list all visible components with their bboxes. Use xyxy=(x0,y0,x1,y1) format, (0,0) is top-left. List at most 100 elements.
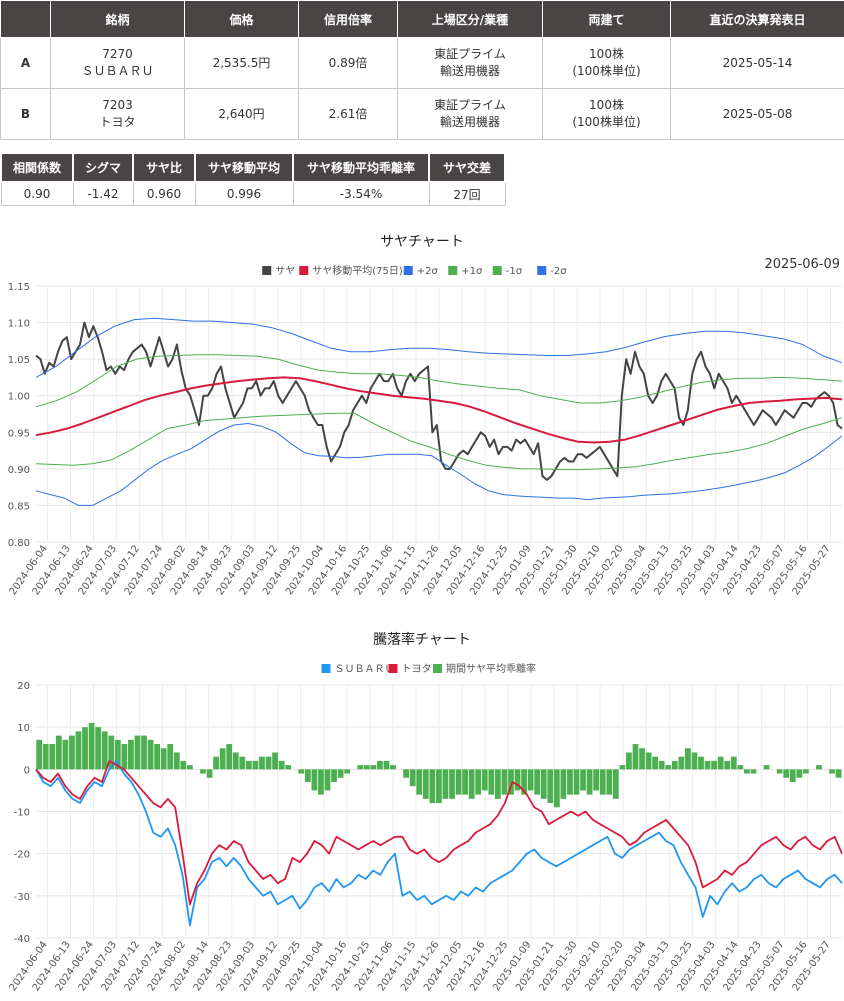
legend-swatch xyxy=(493,266,502,275)
stock-code: 7203 xyxy=(52,97,183,114)
bar xyxy=(76,731,82,769)
bar xyxy=(377,761,383,769)
bar xyxy=(777,769,783,773)
bar xyxy=(620,765,626,769)
stat-header-deviation: サヤ移動平均乖離率 xyxy=(293,153,429,182)
header-earnings-date: 直近の決算発表日 xyxy=(671,1,844,38)
bar xyxy=(580,769,586,790)
bar xyxy=(49,744,55,769)
bar xyxy=(95,727,101,769)
stat-header-correlation: 相関係数 xyxy=(1,153,73,182)
stock-cell[interactable]: 7203トヨタ xyxy=(51,89,185,140)
bar xyxy=(836,769,842,777)
bar xyxy=(305,769,311,782)
stats-table: 相関係数 シグマ サヤ比 サヤ移動平均 サヤ移動平均乖離率 サヤ交差 0.90 … xyxy=(0,152,506,206)
legend-label: +1σ xyxy=(461,266,483,277)
lot-unit: (100株単位) xyxy=(544,63,669,80)
lot-unit: (100株単位) xyxy=(544,114,669,131)
bar xyxy=(783,769,789,777)
bar xyxy=(226,744,232,769)
bar xyxy=(495,769,501,799)
lot-cell: 100株(100株単位) xyxy=(543,89,671,140)
bar xyxy=(102,731,108,769)
bar xyxy=(69,736,75,770)
bar xyxy=(318,769,324,794)
bar xyxy=(646,752,652,769)
bar xyxy=(737,765,743,769)
bar xyxy=(698,757,704,770)
y-tick-label: -10 xyxy=(14,808,30,819)
bar xyxy=(659,761,665,769)
chart-title: 騰落率チャート xyxy=(373,631,471,648)
change-rate-chart[interactable]: 騰落率チャートＳＵＢＡＲＵトヨタ期間サヤ平均乖離率20100-10-20-30-… xyxy=(0,625,844,997)
header-margin-ratio: 信用倍率 xyxy=(299,1,398,38)
bar xyxy=(187,765,193,769)
bar xyxy=(259,757,265,770)
bar xyxy=(272,752,278,769)
y-tick-label: -40 xyxy=(14,934,30,945)
bar xyxy=(253,761,259,769)
bar xyxy=(370,765,376,769)
bar xyxy=(567,769,573,794)
y-tick-label: 1.15 xyxy=(8,282,30,293)
bar xyxy=(633,744,639,769)
y-tick-label: 1.10 xyxy=(8,319,30,330)
bar xyxy=(705,761,711,769)
bar xyxy=(764,765,770,769)
chart-legend: サヤサヤ移動平均(75日)+2σ+1σ-1σ-2σ xyxy=(262,264,567,277)
bar xyxy=(403,769,409,777)
stat-sigma: -1.42 xyxy=(73,182,133,206)
legend-swatch xyxy=(537,266,546,275)
stat-header-sigma: シグマ xyxy=(73,153,133,182)
earnings-date-cell: 2025-05-08 xyxy=(671,89,844,140)
bar xyxy=(613,769,619,799)
stat-ratio: 0.960 xyxy=(133,182,195,206)
bar xyxy=(312,769,318,790)
bar xyxy=(561,769,567,799)
y-tick-label: -20 xyxy=(14,850,30,861)
header-stock: 銘柄 xyxy=(51,1,185,38)
stat-correlation: 0.90 xyxy=(1,182,73,206)
bar xyxy=(554,769,560,807)
bar xyxy=(148,740,154,770)
bar xyxy=(475,769,481,794)
row-label: B xyxy=(1,89,51,140)
y-tick-label: 0.90 xyxy=(8,465,30,476)
y-tick-label: 20 xyxy=(17,681,30,692)
bar xyxy=(56,736,62,770)
bar xyxy=(135,736,141,770)
lot-size: 100株 xyxy=(544,46,669,63)
bar xyxy=(593,769,599,790)
bar xyxy=(436,769,442,803)
bar xyxy=(796,769,802,777)
stock-name: ＳＵＢＡＲＵ xyxy=(52,63,183,80)
bar xyxy=(626,752,632,769)
bar xyxy=(121,744,127,769)
stock-code: 7270 xyxy=(52,46,183,63)
bar xyxy=(266,757,272,770)
legend-swatch xyxy=(299,266,308,275)
bar xyxy=(665,765,671,769)
spread-chart[interactable]: サヤチャート2025-06-09サヤサヤ移動平均(75日)+2σ+1σ-1σ-2… xyxy=(0,226,844,614)
legend-swatch xyxy=(448,266,457,275)
industry-name: 輸送用機器 xyxy=(399,63,541,80)
bar xyxy=(692,752,698,769)
lot-size: 100株 xyxy=(544,97,669,114)
bar xyxy=(423,769,429,799)
header-market: 上場区分/業種 xyxy=(398,1,543,38)
stock-cell[interactable]: 7270ＳＵＢＡＲＵ xyxy=(51,38,185,89)
bar xyxy=(528,769,534,790)
bar xyxy=(600,769,606,794)
legend-swatch xyxy=(404,266,413,275)
stat-header-moving-average: サヤ移動平均 xyxy=(195,153,293,182)
lot-cell: 100株(100株単位) xyxy=(543,38,671,89)
spread-chart-wrapper: サヤチャート2025-06-09サヤサヤ移動平均(75日)+2σ+1σ-1σ-2… xyxy=(0,226,844,618)
bar xyxy=(390,765,396,769)
bar xyxy=(213,757,219,770)
bar xyxy=(547,769,553,803)
bar xyxy=(285,765,291,769)
bar xyxy=(587,769,593,794)
bar xyxy=(790,769,796,782)
price-cell: 2,535.5円 xyxy=(185,38,299,89)
legend-swatch xyxy=(433,664,442,673)
